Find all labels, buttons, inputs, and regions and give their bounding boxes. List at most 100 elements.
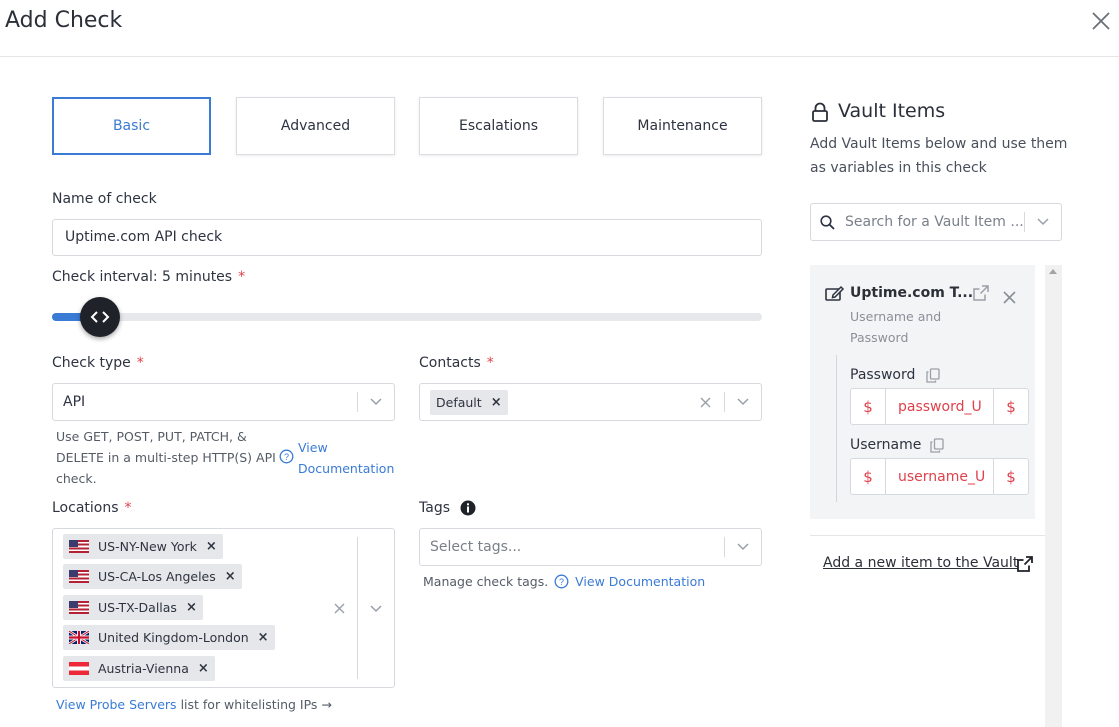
chip-remove-icon[interactable]: × [198,661,209,676]
chip-remove-icon[interactable]: × [258,630,269,645]
dialog-title: Add Check [5,8,123,33]
copy-icon[interactable] [930,438,944,453]
add-vault-item-link[interactable]: Add a new item to the Vault [823,555,1018,571]
clear-icon[interactable] [700,397,711,408]
scroll-up-icon[interactable] [1049,269,1057,274]
tags-select[interactable]: Select tags... [419,528,762,566]
chip-remove-icon[interactable]: × [186,600,197,615]
contacts-label-text: Contacts [419,355,481,371]
help-circle-icon: ? [279,449,294,464]
variable-prefix: $ [863,397,873,416]
chip-label: US-NY-New York [98,539,197,554]
chevron-down-icon[interactable] [737,398,749,406]
info-icon[interactable] [460,500,476,516]
tab-maintenance[interactable]: Maintenance [603,97,762,155]
required-mark: * [124,500,132,516]
vault-item-type-line: Username and [850,309,942,324]
select-divider [724,392,725,412]
vault-item-type: Username and Password [850,306,941,348]
copy-icon[interactable] [926,368,940,383]
probe-servers-text: list for whitelisting IPs → [180,697,332,712]
variable-suffix: $ [1006,397,1016,416]
tags-help-text: Manage check tags. [423,574,549,589]
austria-flag-icon [69,662,89,675]
vault-password-field[interactable]: $ password_U $ [850,388,1029,425]
probe-servers-note: View Probe Servers list for whitelisting… [56,694,332,715]
chevron-down-icon[interactable] [737,543,749,551]
chip-label: US-CA-Los Angeles [98,569,216,584]
contacts-select[interactable]: Default × [419,383,762,421]
chip-label: Austria-Vienna [98,661,189,676]
tab-advanced[interactable]: Advanced [236,97,395,155]
location-chip: United Kingdom-London × [63,625,275,650]
help-line: DELETE in a multi-step HTTP(S) API [56,450,276,465]
check-type-value: API [63,394,86,410]
variable-prefix: $ [863,467,873,486]
code-arrows-icon [90,311,110,323]
chip-label: Default [436,395,482,410]
location-chip: US-NY-New York × [63,534,223,559]
name-input[interactable]: Uptime.com API check [52,219,762,256]
locations-select[interactable]: US-NY-New York × US-CA-Los Angeles × US-TX… [52,528,395,688]
interval-label-text: Check interval: 5 minutes [52,269,233,285]
interval-slider-handle[interactable] [80,297,120,337]
location-chip: US-TX-Dallas × [63,595,203,620]
check-type-label-text: Check type [52,355,131,371]
external-link-icon[interactable] [973,285,989,301]
name-label: Name of check [52,191,157,207]
tab-escalations[interactable]: Escalations [419,97,578,155]
clear-icon[interactable] [334,603,345,614]
tags-help: Manage check tags. ? View Documentation [423,571,705,592]
check-type-label: Check type * [52,355,144,371]
tags-doc-link[interactable]: View Documentation [575,574,705,589]
variable-value[interactable]: password_U [885,389,994,424]
vault-search[interactable]: Search for a Vault Item ... [810,203,1062,241]
variable-value[interactable]: username_U [885,459,994,494]
us-flag-icon [69,601,89,614]
remove-icon[interactable] [1003,291,1016,304]
vault-password-label: Password [850,367,916,383]
select-divider [1024,212,1025,232]
vault-username-field[interactable]: $ username_U $ [850,458,1029,495]
variable-suffix: $ [1006,467,1016,486]
tab-basic[interactable]: Basic [52,97,211,155]
location-chip: Austria-Vienna × [63,656,215,681]
chip-remove-icon[interactable]: × [206,539,217,554]
probe-servers-link[interactable]: View Probe Servers [56,697,177,712]
check-type-doc-link[interactable]: View Documentation [298,437,394,479]
svg-text:?: ? [284,452,289,462]
check-type-select[interactable]: API [52,383,395,421]
select-divider [357,537,358,679]
doc-link-line: Documentation [298,461,395,476]
help-line: Use GET, POST, PUT, PATCH, & [56,429,247,444]
uk-flag-icon [69,631,89,644]
lock-icon [812,102,828,122]
chevron-down-icon[interactable] [370,605,382,613]
tags-label: Tags [419,500,450,516]
locations-label-text: Locations [52,500,119,516]
us-flag-icon [69,540,89,553]
chevron-down-icon[interactable] [370,398,382,406]
chip-remove-icon[interactable]: × [491,395,502,410]
vault-item-name[interactable]: Uptime.com T... [850,285,973,301]
vault-username-label: Username [850,437,922,453]
us-flag-icon [69,570,89,583]
required-mark: * [238,269,246,285]
vault-scrollbar[interactable] [1045,265,1062,727]
external-link-icon[interactable] [1017,556,1033,572]
chip-remove-icon[interactable]: × [225,569,236,584]
select-divider [724,537,725,557]
close-icon[interactable] [1090,10,1112,32]
vault-item-card: Uptime.com T... Username and Password Pa… [810,265,1035,519]
required-mark: * [136,355,144,371]
contact-chip: Default × [430,390,508,415]
svg-text:?: ? [559,577,564,587]
chevron-down-icon[interactable] [1037,218,1049,226]
tags-placeholder: Select tags... [430,539,522,555]
name-input-value: Uptime.com API check [65,229,223,245]
vault-divider [810,535,1045,536]
vault-description: Add Vault Items below and use them as va… [810,136,1068,176]
interval-slider-track[interactable] [52,313,762,321]
chip-label: US-TX-Dallas [98,600,177,615]
vault-item-type-line: Password [850,330,909,345]
